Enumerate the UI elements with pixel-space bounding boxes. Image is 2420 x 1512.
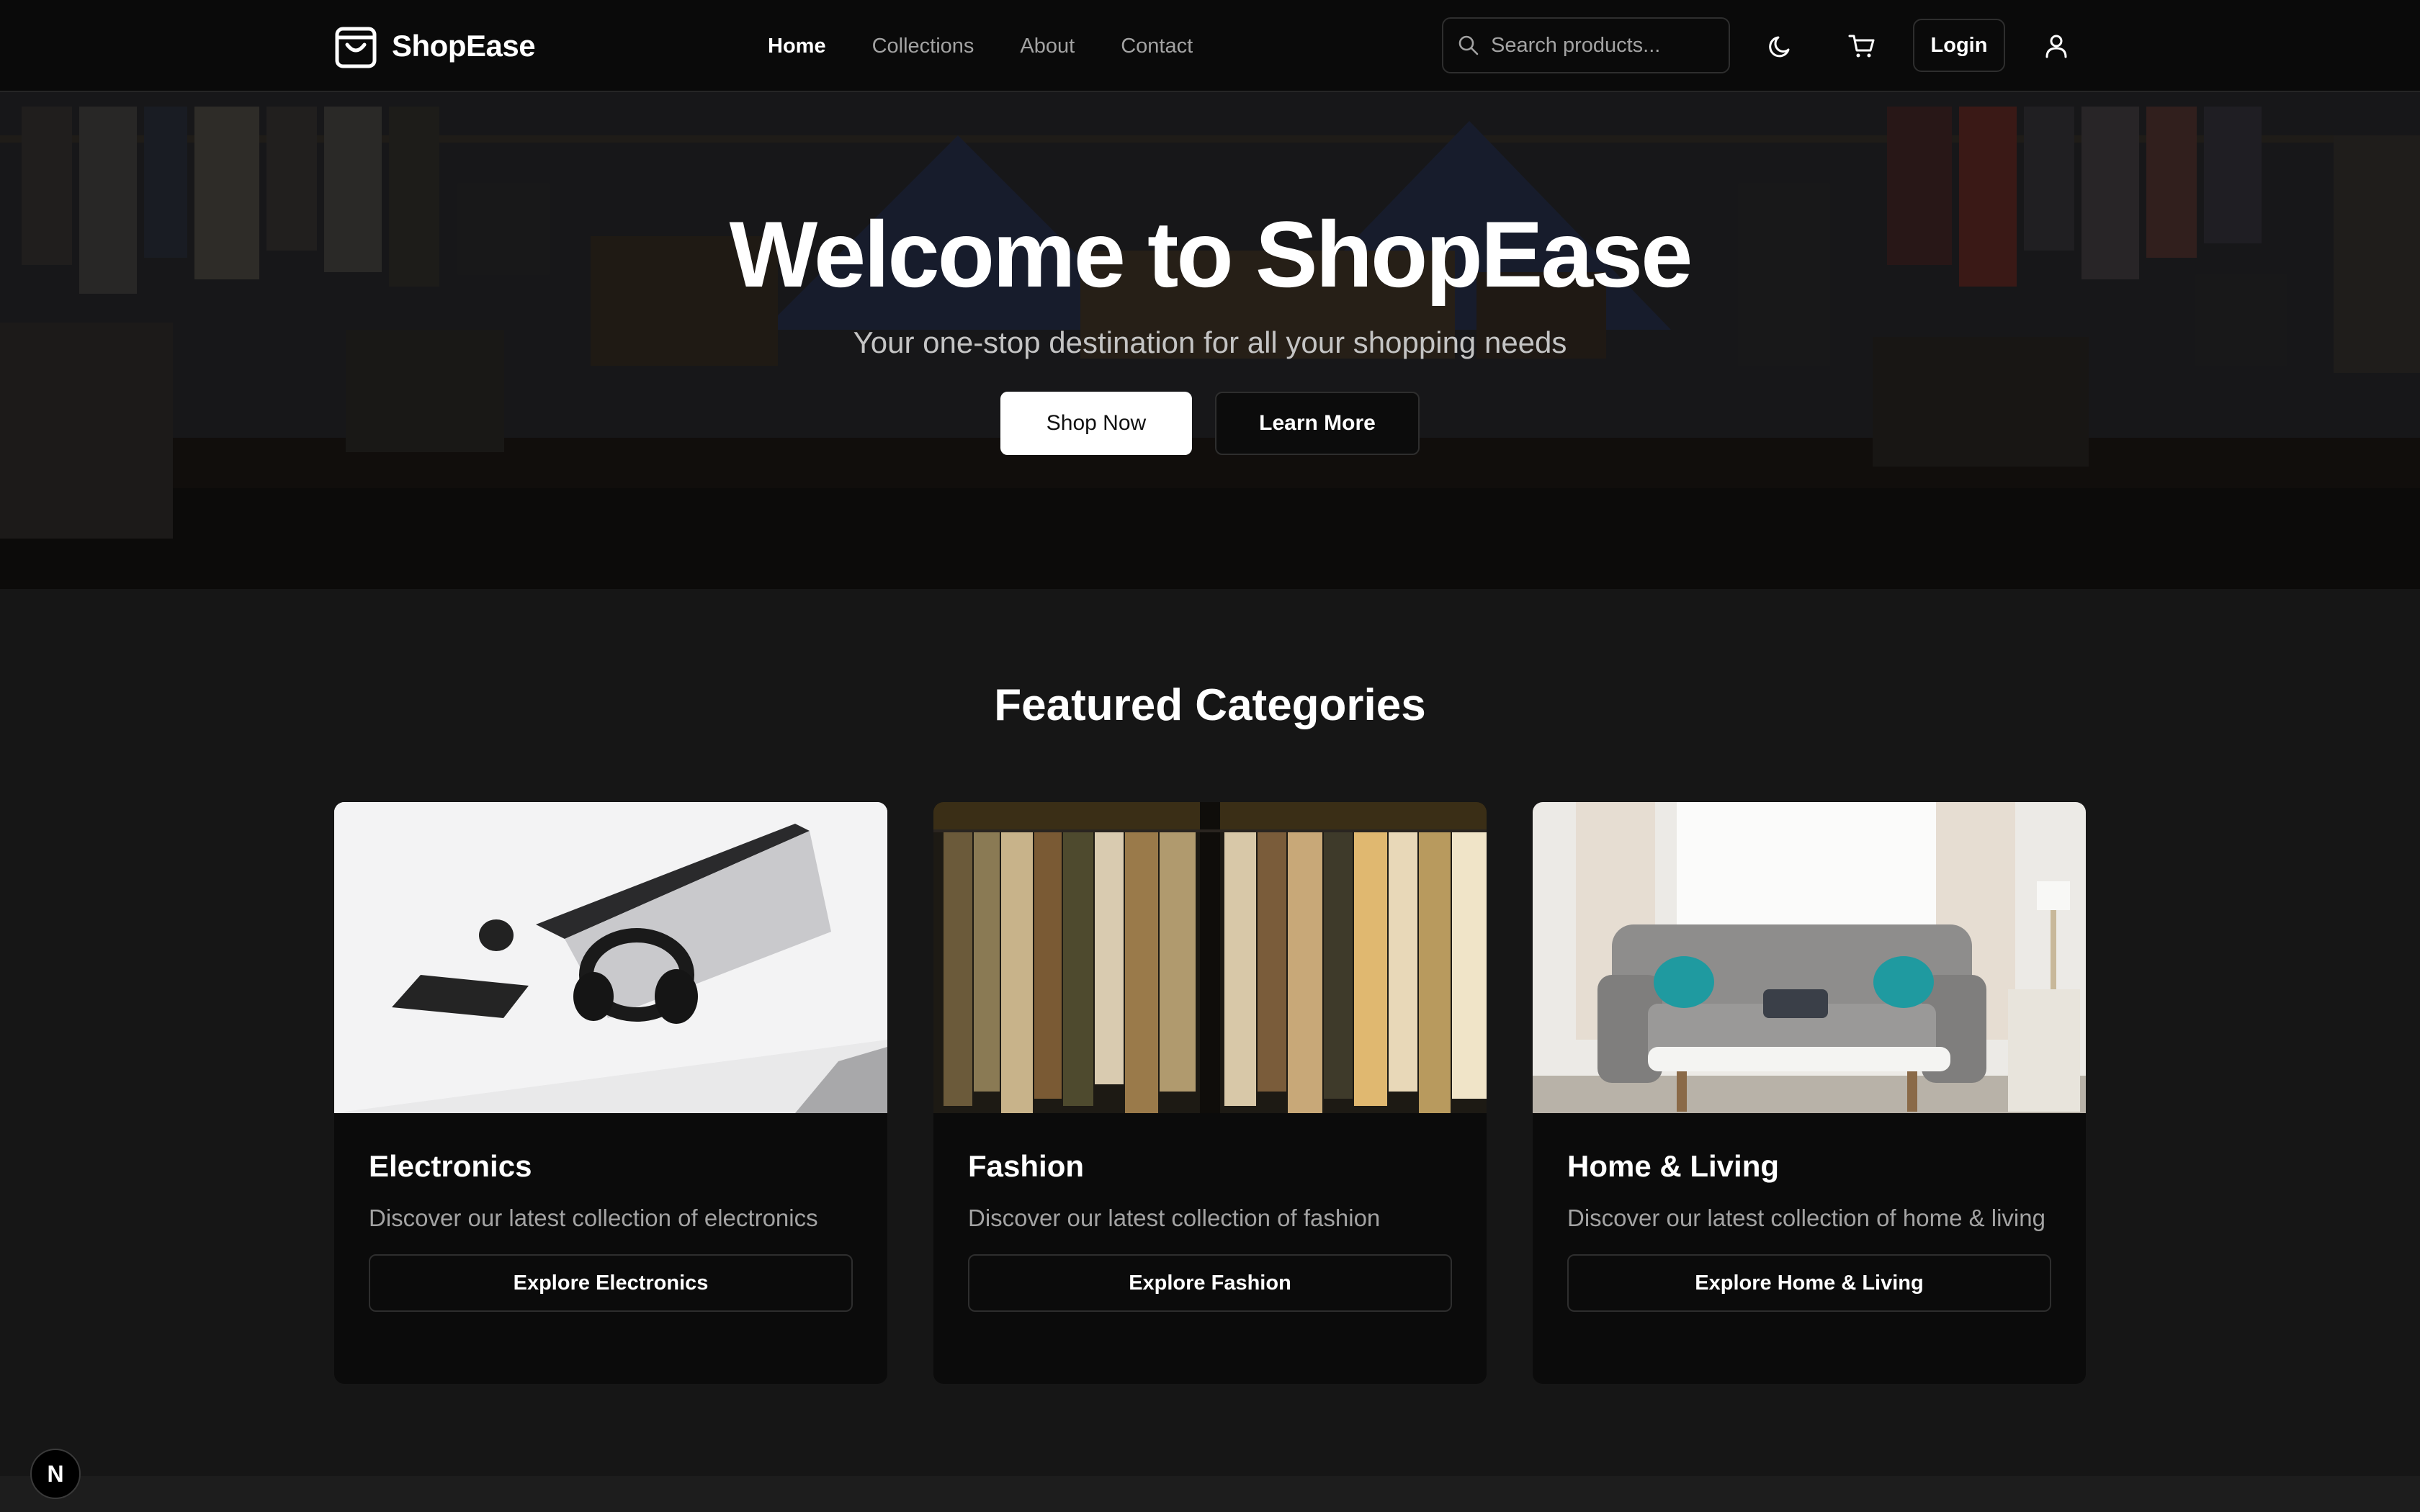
card-body: Fashion Discover our latest collection o…: [933, 1113, 1487, 1312]
login-button[interactable]: Login: [1913, 19, 2005, 72]
explore-fashion-button[interactable]: Explore Fashion: [968, 1254, 1452, 1312]
brand-logo[interactable]: ShopEase: [334, 22, 536, 71]
fashion-image: [933, 802, 1487, 1113]
search-input[interactable]: [1491, 33, 1721, 58]
nav-link-home[interactable]: Home: [768, 27, 826, 65]
nav-link-collections[interactable]: Collections: [872, 27, 974, 65]
learn-more-button[interactable]: Learn More: [1215, 392, 1420, 455]
search-icon: [1458, 35, 1479, 55]
brand-name: ShopEase: [392, 29, 536, 63]
nav-link-contact[interactable]: Contact: [1121, 27, 1193, 65]
category-card-fashion: Fashion Discover our latest collection o…: [933, 802, 1487, 1384]
explore-home-living-button[interactable]: Explore Home & Living: [1567, 1254, 2051, 1312]
cart-icon: [1848, 35, 1875, 58]
user-account-button[interactable]: [2033, 23, 2079, 69]
card-body: Electronics Discover our latest collecti…: [334, 1113, 887, 1312]
shopping-bag-icon: [335, 27, 377, 68]
home-living-image: [1533, 802, 2086, 1113]
card-description: Discover our latest collection of home &…: [1567, 1205, 2045, 1231]
theme-toggle-button[interactable]: [1758, 23, 1804, 69]
main-nav: Home Collections About Contact: [768, 27, 1239, 65]
electronics-image: [334, 802, 887, 1113]
moon-icon: [1769, 36, 1790, 58]
category-card-electronics: Electronics Discover our latest collecti…: [334, 802, 887, 1384]
hero-buttons: Shop Now Learn More: [0, 392, 2420, 455]
explore-electronics-button[interactable]: Explore Electronics: [369, 1254, 853, 1312]
navbar: ShopEase Home Collections About Contact: [0, 0, 2420, 92]
card-title: Electronics: [369, 1149, 532, 1183]
card-title: Fashion: [968, 1149, 1085, 1183]
shop-now-button[interactable]: Shop Now: [1000, 392, 1192, 455]
nav-link-about[interactable]: About: [1020, 27, 1075, 65]
user-icon: [2045, 35, 2067, 58]
card-description: Discover our latest collection of electr…: [369, 1205, 818, 1231]
category-card-home-living: Home & Living Discover our latest collec…: [1533, 802, 2086, 1384]
hero-content: Welcome to ShopEase Your one-stop destin…: [0, 200, 2420, 455]
card-body: Home & Living Discover our latest collec…: [1533, 1113, 2086, 1312]
hero-subtitle: Your one-stop destination for all your s…: [853, 325, 1567, 359]
card-title: Home & Living: [1567, 1149, 1780, 1183]
card-description: Discover our latest collection of fashio…: [968, 1205, 1381, 1231]
footer-strip: [0, 1476, 2420, 1512]
search-box: [1442, 17, 1730, 73]
cart-button[interactable]: [1839, 23, 1885, 69]
page: ShopEase Home Collections About Contact: [0, 0, 2420, 1512]
hero-section: Welcome to ShopEase Your one-stop destin…: [0, 92, 2420, 589]
dev-tools-badge[interactable]: N: [30, 1449, 81, 1499]
featured-categories-title: Featured Categories: [994, 680, 1426, 730]
hero-title: Welcome to ShopEase: [729, 202, 1693, 307]
